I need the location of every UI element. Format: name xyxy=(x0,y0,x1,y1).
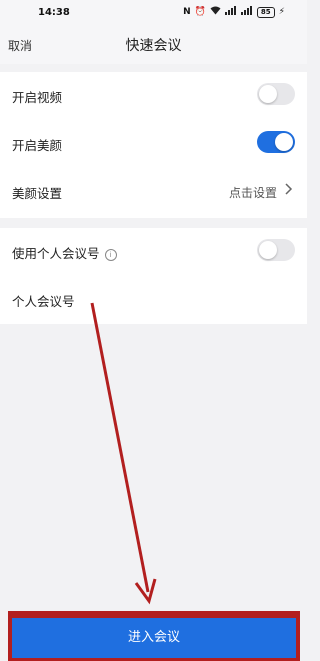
nav-bar: 取消 快速会议 xyxy=(0,26,307,64)
row-beauty: 开启美颜 xyxy=(0,120,307,168)
settings-group-media: 开启视频 开启美颜 美颜设置 点击设置 xyxy=(0,72,307,218)
signal-icon xyxy=(224,6,237,18)
personal-id-label-text: 使用个人会议号 xyxy=(12,246,100,261)
info-icon[interactable]: i xyxy=(104,249,117,261)
beauty-label: 开启美颜 xyxy=(12,138,63,153)
nfc-icon: N xyxy=(183,7,191,17)
chevron-right-icon xyxy=(285,183,293,195)
personal-id-toggle[interactable] xyxy=(257,239,295,261)
row-personal-id: 使用个人会议号 i xyxy=(0,228,307,276)
alarm-icon: ⏰ xyxy=(194,7,206,17)
personal-id-label: 使用个人会议号 i xyxy=(12,243,117,262)
settings-group-meeting-id: 使用个人会议号 i 个人会议号 xyxy=(0,228,307,324)
page-title: 快速会议 xyxy=(125,38,182,54)
toggle-knob xyxy=(259,241,277,259)
charging-icon: ⚡ xyxy=(278,7,285,17)
personal-id-number-label: 个人会议号 xyxy=(12,294,75,309)
beauty-settings-value[interactable]: 点击设置 xyxy=(229,184,277,201)
battery-icon: 85 xyxy=(256,6,275,18)
video-label: 开启视频 xyxy=(12,90,63,105)
row-beauty-settings[interactable]: 美颜设置 点击设置 xyxy=(0,168,307,216)
signal-icon-2 xyxy=(240,6,253,18)
video-toggle[interactable] xyxy=(257,83,295,105)
status-icons: N ⏰ 85 ⚡ xyxy=(183,6,285,18)
beauty-settings-label: 美颜设置 xyxy=(12,186,63,201)
row-video: 开启视频 xyxy=(0,72,307,120)
toggle-knob xyxy=(275,133,293,151)
row-personal-id-number: 个人会议号 xyxy=(0,276,307,324)
join-meeting-button[interactable]: 进入会议 xyxy=(12,618,296,658)
status-bar: 14:38 N ⏰ 85 ⚡ xyxy=(0,0,307,26)
status-time: 14:38 xyxy=(38,7,70,18)
wifi-icon xyxy=(210,6,221,18)
toggle-knob xyxy=(259,85,277,103)
beauty-toggle[interactable] xyxy=(257,131,295,153)
